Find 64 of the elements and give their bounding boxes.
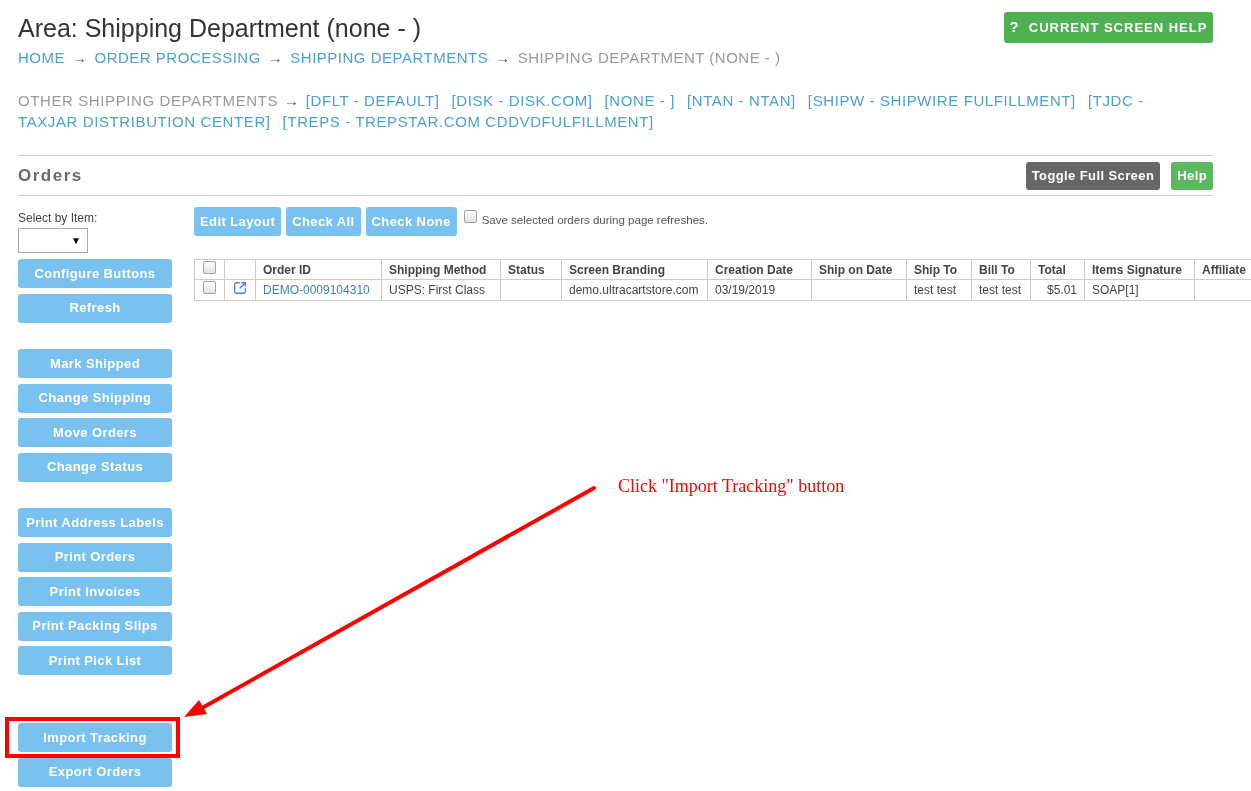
sidebar-button[interactable]: Print Packing Slips <box>18 611 172 641</box>
column-header: Creation Date <box>715 262 794 277</box>
departments-separator: → <box>284 91 300 111</box>
column-header: Status <box>508 262 545 277</box>
header-button[interactable]: Help <box>1171 161 1213 190</box>
checkbox[interactable] <box>203 260 216 274</box>
column-header: Affiliate <box>1202 262 1246 277</box>
department-link[interactable]: [SHIPW - SHIPWIRE FULFILLMENT] <box>807 90 1076 111</box>
department-link[interactable]: [NTAN - NTAN] <box>686 90 796 111</box>
breadcrumb-link[interactable]: HOME <box>18 48 65 68</box>
breadcrumb-separator: → <box>267 48 284 68</box>
department-link[interactable]: [DFLT - DEFAULT] <box>305 90 440 111</box>
breadcrumb-current: SHIPPING DEPARTMENT (NONE - ) <box>517 48 781 68</box>
department-link[interactable]: [TREPS - TREPSTAR.COM CDDVDFULFILLMENT] <box>282 111 654 132</box>
table-cell: test test <box>914 283 957 297</box>
column-header: Order ID <box>263 262 311 277</box>
sidebar-button[interactable]: Print Orders <box>18 542 172 572</box>
breadcrumb-link[interactable]: SHIPPING DEPARTMENTS <box>290 48 489 68</box>
department-link[interactable]: [DISK - DISK.COM] <box>451 90 593 111</box>
page-title: Area: Shipping Department (none - ) <box>18 13 422 43</box>
checkbox[interactable] <box>203 281 216 294</box>
sidebar-button[interactable]: Configure Buttons <box>18 259 172 288</box>
external-link-icon[interactable] <box>233 280 247 295</box>
column-header: Screen Branding <box>569 262 666 277</box>
checkbox[interactable] <box>463 210 477 223</box>
toolbar-button[interactable]: Check None <box>365 207 457 236</box>
column-header: Items Signature <box>1092 262 1183 277</box>
table-cell: 03/19/2019 <box>715 283 776 297</box>
sidebar-button[interactable]: Mark Shipped <box>18 349 172 378</box>
sidebar-button[interactable]: Print Pick List <box>18 646 172 675</box>
breadcrumb-separator: → <box>495 48 511 68</box>
annotation-text: Click "Import Tracking" button <box>618 475 845 497</box>
toolbar-button[interactable]: Edit Layout <box>194 207 282 236</box>
toolbar-button[interactable]: Check All <box>286 207 361 236</box>
sidebar-button[interactable]: Change Status <box>18 452 172 482</box>
sidebar-button[interactable]: Import Tracking <box>18 723 172 752</box>
table-cell: SOAP[1] <box>1092 283 1139 297</box>
select-label: Select by Item: <box>18 210 99 226</box>
table-cell: USPS: First Class <box>389 283 485 297</box>
sidebar-button[interactable]: Print Address Labels <box>18 508 172 537</box>
save-selected-label: Save selected orders during page refreshes. <box>481 213 708 227</box>
column-header: Shipping Method <box>389 262 487 277</box>
section-title: Orders <box>18 164 83 187</box>
department-link[interactable]: TAXJAR DISTRIBUTION CENTER] <box>18 111 271 132</box>
table-cell: $5.01 <box>1046 283 1077 297</box>
column-header: Ship To <box>914 262 958 277</box>
column-header: Ship on Date <box>819 262 893 277</box>
department-link[interactable]: [TJDC - <box>1087 90 1144 111</box>
breadcrumb-link[interactable]: ORDER PROCESSING <box>94 48 261 68</box>
departments-label: OTHER SHIPPING DEPARTMENTS <box>18 91 279 111</box>
help-button[interactable]: ? CURRENT SCREEN HELP <box>1004 12 1213 43</box>
sidebar-button[interactable]: Export Orders <box>18 757 172 787</box>
sidebar-button[interactable]: Print Invoices <box>18 577 172 606</box>
sidebar-button[interactable]: Move Orders <box>18 418 172 447</box>
sidebar-button[interactable]: Refresh <box>18 293 172 323</box>
select-dropdown[interactable]: ▼ <box>18 228 88 253</box>
header-button[interactable]: Toggle Full Screen <box>1025 161 1161 190</box>
table-cell: demo.ultracartstore.com <box>569 283 699 297</box>
sidebar-button[interactable]: Change Shipping <box>18 383 172 413</box>
department-link[interactable]: [NONE - ] <box>604 90 675 111</box>
breadcrumb-separator: → <box>72 48 88 68</box>
column-header: Bill To <box>979 262 1015 277</box>
column-header: Total <box>1038 262 1066 277</box>
table-cell: test test <box>979 283 1022 297</box>
